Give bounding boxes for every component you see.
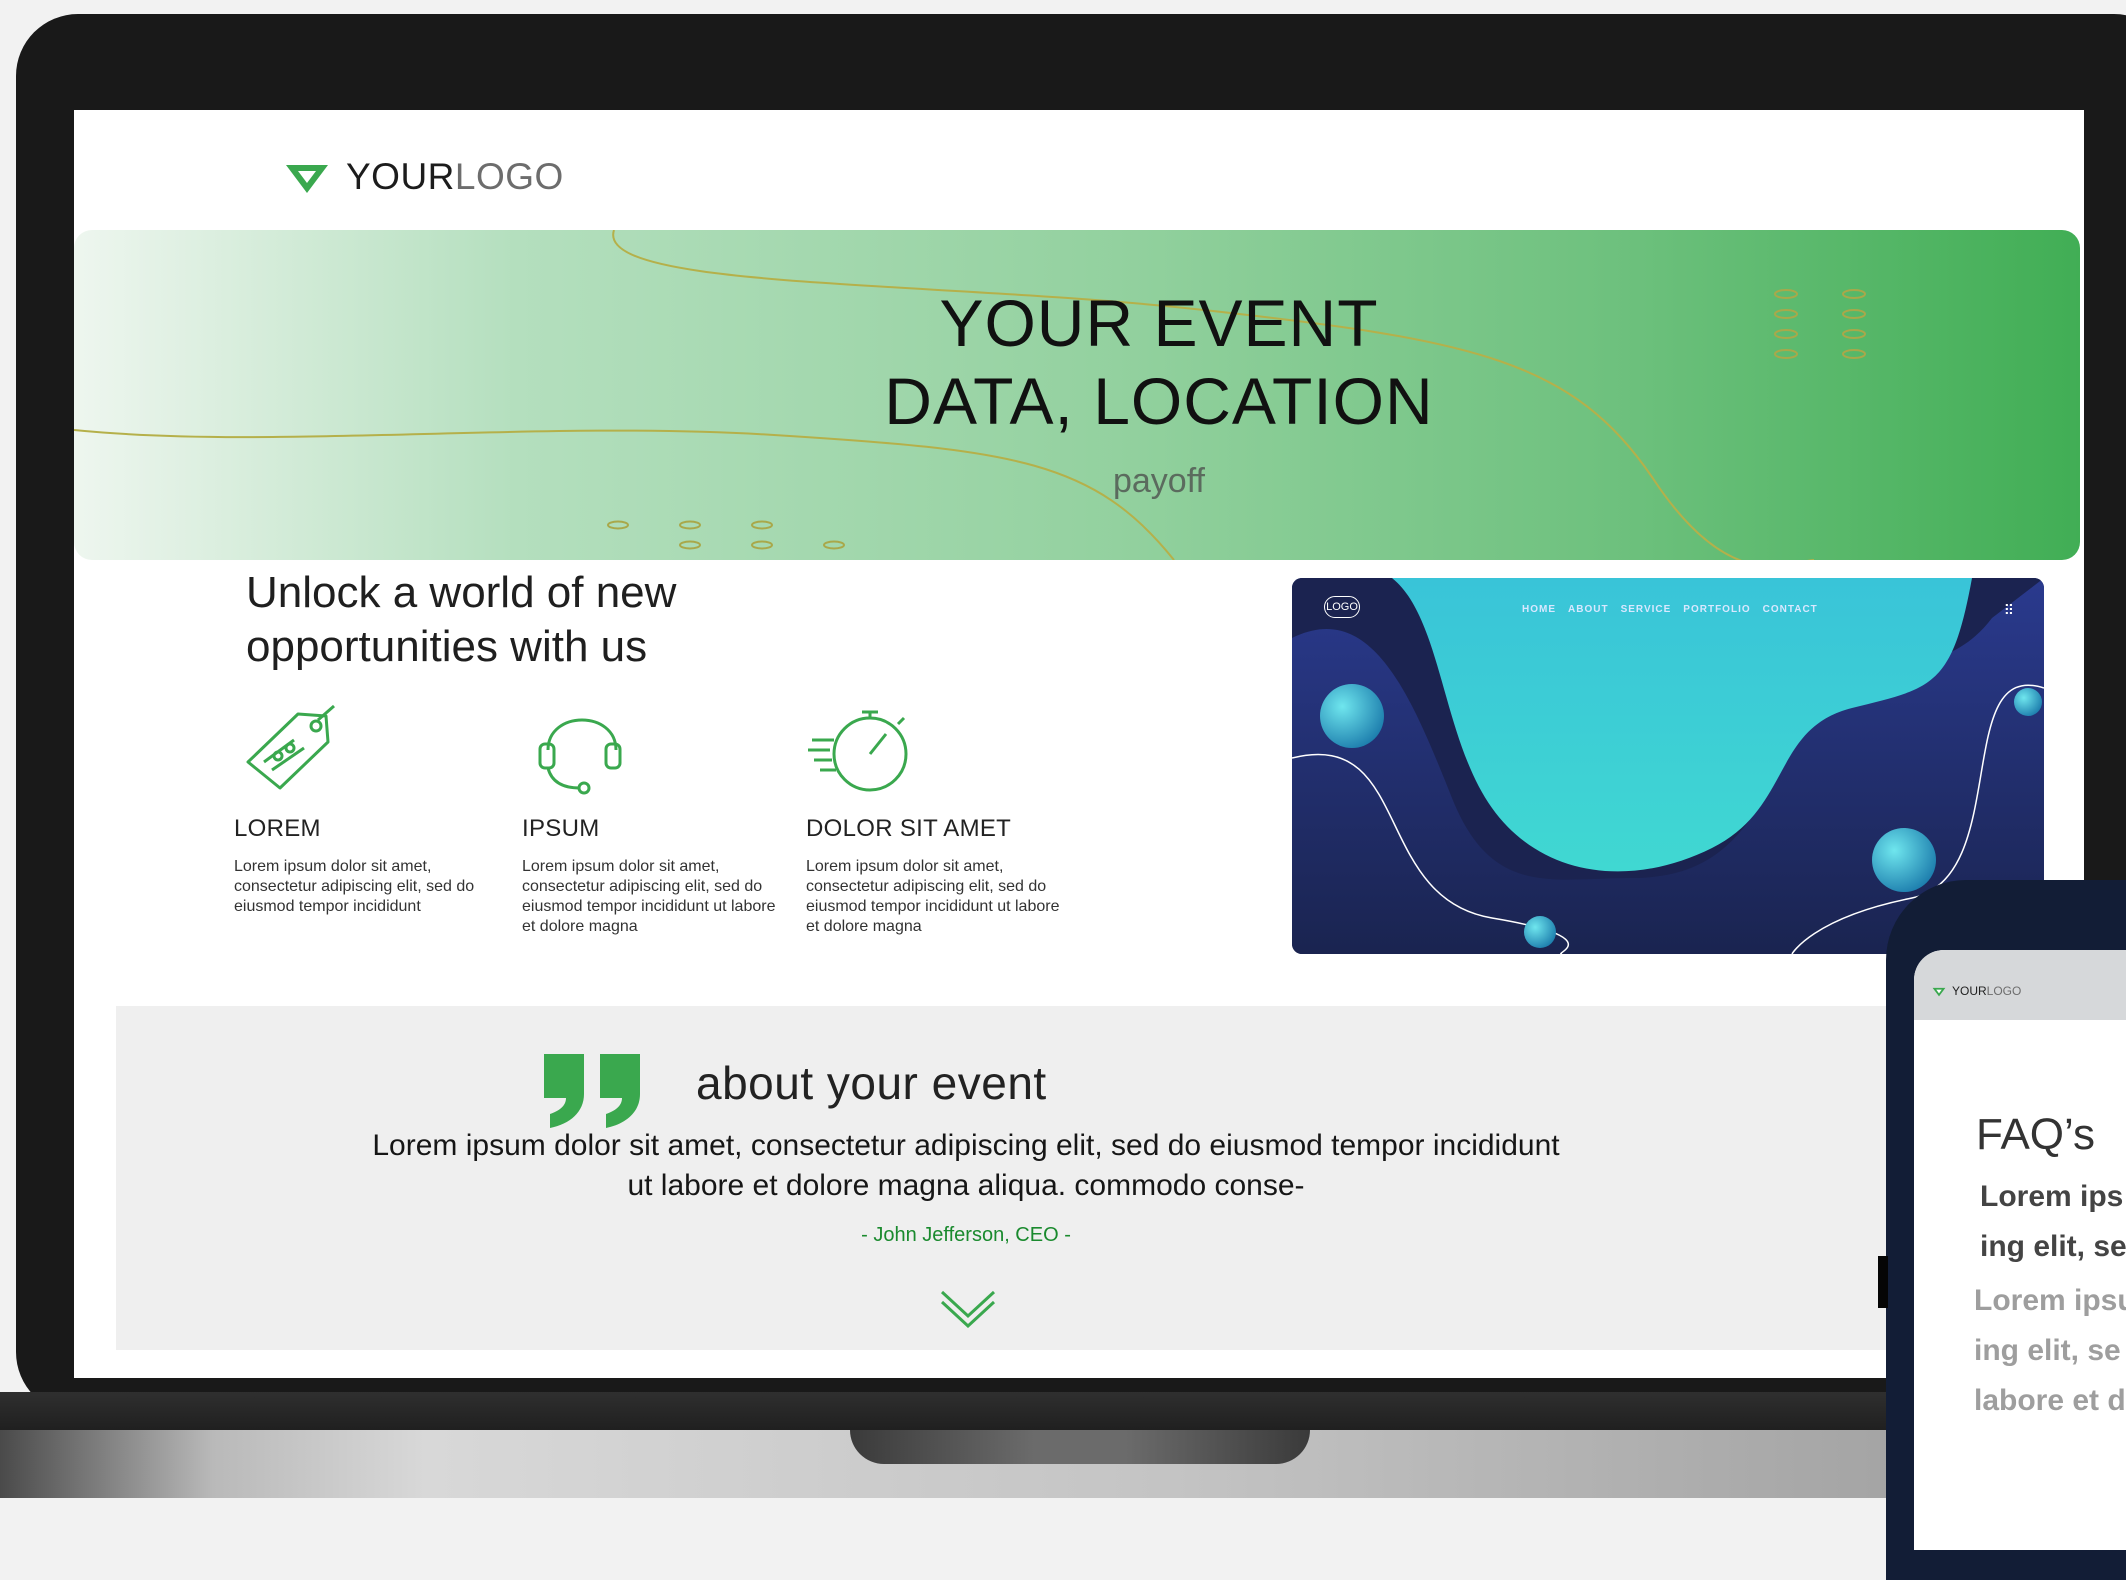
section-title: Unlock a world of new opportunities with… [246, 568, 677, 671]
preview-nav-contact: CONTACT [1762, 604, 1818, 615]
phone-screen: YOURLOGO FAQ’s Lorem ips ing elit, se Lo… [1914, 950, 2126, 1550]
feature-ipsum: IPSUM Lorem ipsum dolor sit amet, consec… [522, 700, 792, 937]
phone-header: YOURLOGO [1914, 950, 2126, 1020]
feature-title: IPSUM [522, 815, 600, 842]
feature-text: Lorem ipsum dolor sit amet, consectetur … [234, 858, 475, 915]
headset-icon [538, 718, 622, 795]
phone-side-button [1878, 1256, 1888, 1308]
testimonial-author: - John Jefferson, CEO - [861, 1224, 1071, 1246]
feature-text: Lorem ipsum dolor sit amet, consectetur … [522, 858, 776, 935]
quote-icon [544, 1054, 640, 1128]
logo-mark-icon [1932, 987, 1946, 996]
feature-title: LOREM [234, 815, 321, 842]
site-logo[interactable]: YOURLOGO [284, 156, 564, 198]
logo-mark-icon [286, 165, 328, 193]
preview-nav-service: SERVICE [1620, 604, 1672, 615]
chevron-down-icon[interactable] [938, 1286, 998, 1328]
logo-text-bold: YOUR [346, 156, 455, 197]
hero-title-line1: YOUR EVENT [939, 286, 1379, 360]
logo-text-light: LOGO [454, 156, 564, 197]
laptop-screen: YOURLOGO YOUR EVENT DATA, LOCATION payof… [74, 110, 2084, 1378]
laptop-notch [850, 1430, 1310, 1464]
hero-title: YOUR EVENT DATA, LOCATION [634, 284, 1684, 440]
price-tag-icon [246, 704, 335, 790]
hero-payoff: payoff [1112, 462, 1205, 500]
preview-nav-home: HOME [1522, 604, 1556, 615]
hero-banner: YOUR EVENT DATA, LOCATION payoff [74, 230, 2080, 560]
phone-faq-title: FAQ’s [1976, 1110, 2096, 1159]
phone-logo-bold: YOUR [1952, 984, 1987, 998]
preview-nav-portfolio: PORTFOLIO [1683, 604, 1751, 615]
phone-faq-answer: Lorem ipsu ing elit, se labore et d [1974, 1284, 2126, 1417]
phone-logo-text: YOURLOGO [1952, 984, 2021, 998]
phone-logo[interactable]: YOURLOGO [1932, 984, 2021, 998]
laptop-hinge [0, 1392, 2126, 1432]
feature-text: Lorem ipsum dolor sit amet, consectetur … [806, 858, 1060, 935]
phone-faq-question[interactable]: Lorem ips ing elit, se [1980, 1172, 2126, 1272]
preview-logo: LOGO [1324, 596, 1360, 618]
testimonial-heading: about your event [696, 1057, 1047, 1109]
testimonial-body: Lorem ipsum dolor sit amet, consectetur … [372, 1129, 1560, 1202]
feature-dolor-sit-amet: DOLOR SIT AMET Lorem ipsum dolor sit ame… [806, 700, 1076, 937]
feature-title: DOLOR SIT AMET [806, 815, 1012, 842]
preview-nav: HOME ABOUT SERVICE PORTFOLIO CONTACT [1522, 604, 1818, 615]
hero-title-line2: DATA, LOCATION [884, 364, 1434, 438]
stopwatch-icon [808, 710, 908, 792]
phone-logo-light: LOGO [1986, 984, 2022, 998]
testimonial-section: about your event Lorem ipsum dolor sit a… [116, 1006, 2076, 1350]
logo-text: YOURLOGO [346, 156, 564, 198]
preview-nav-about: ABOUT [1568, 604, 1609, 615]
feature-lorem: LOREM Lorem ipsum dolor sit amet, consec… [234, 700, 504, 917]
grid-menu-icon: ⠿ [2003, 602, 2014, 618]
